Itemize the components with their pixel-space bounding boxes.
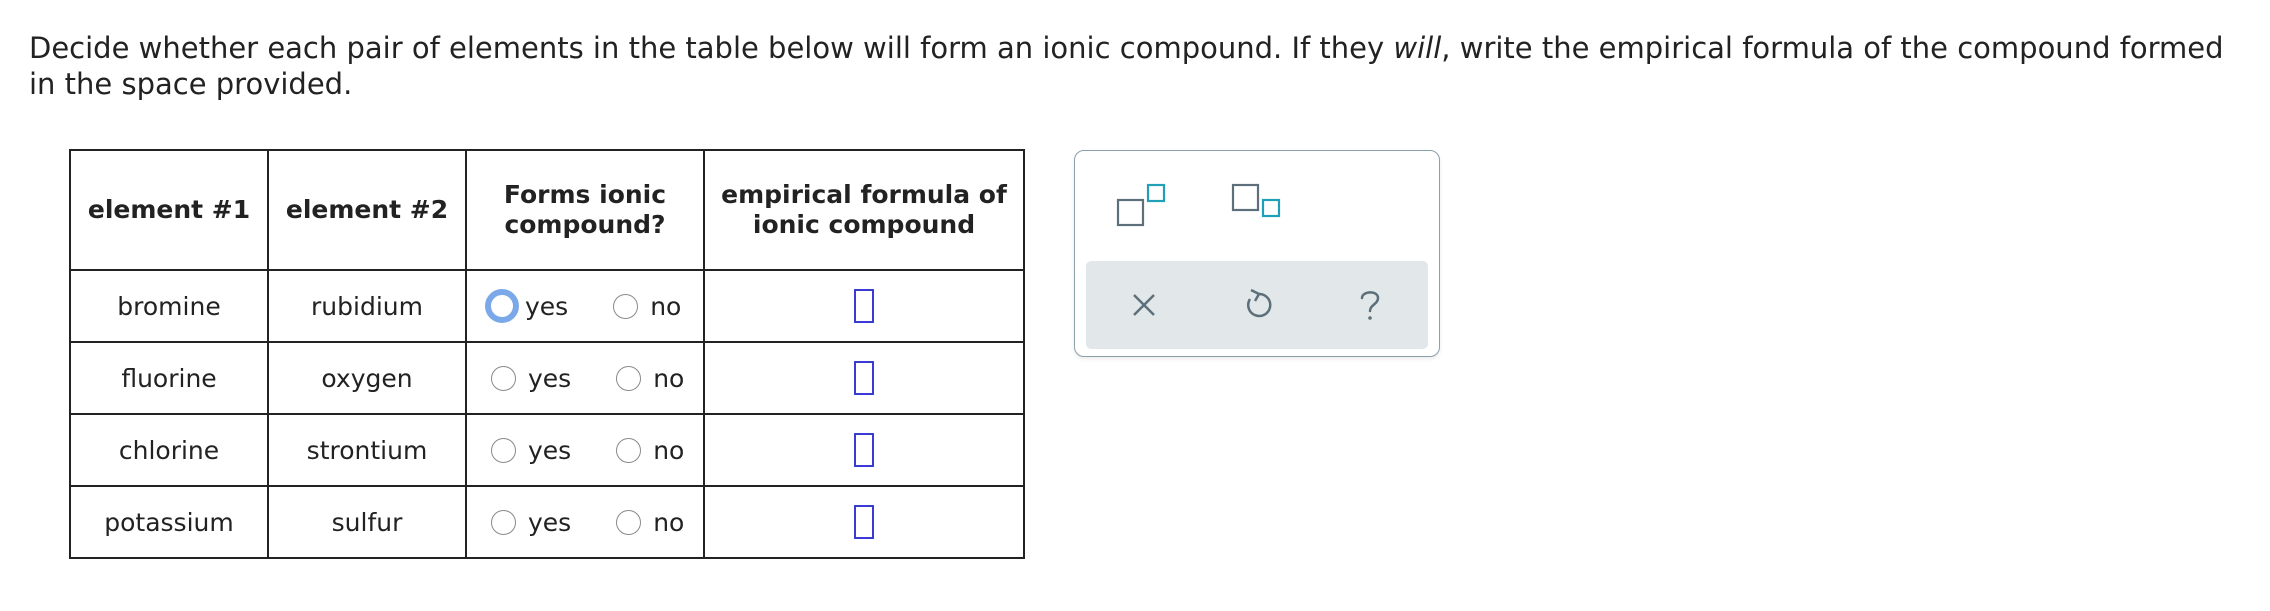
element2-cell: oxygen (267, 341, 467, 415)
undo-icon[interactable] (1231, 279, 1283, 331)
yes-radio[interactable] (491, 509, 516, 535)
no-radio[interactable] (616, 509, 642, 535)
no-radio[interactable] (616, 437, 642, 463)
formula-toolbox (1074, 150, 1440, 357)
header-forms-ionic: Forms ionic compound? (465, 149, 705, 271)
formula-answer-box[interactable] (854, 361, 874, 395)
question-text-part1: Decide whether each pair of elements in … (29, 31, 1394, 65)
formula-cell (703, 413, 1025, 487)
element2-cell: strontium (267, 413, 467, 487)
element2-cell: rubidium (267, 269, 467, 343)
question-emphasis: will (1393, 31, 1442, 65)
forms-ionic-radio-group: yes no (467, 508, 703, 537)
forms-ionic-cell: yes no (465, 413, 705, 487)
table-row: fluorine oxygen yes no (69, 341, 1025, 415)
element2-cell: sulfur (267, 485, 467, 559)
yes-label: yes (525, 291, 569, 321)
yes-radio[interactable] (491, 365, 516, 391)
question-text: Decide whether each pair of elements in … (29, 30, 2254, 102)
help-icon[interactable] (1344, 279, 1396, 331)
table-row: chlorine strontium yes no (69, 413, 1025, 487)
header-forms-ionic-line1: Forms ionic (503, 180, 667, 209)
yes-label: yes (528, 435, 572, 465)
yes-label: yes (528, 363, 572, 393)
no-option[interactable]: no (613, 292, 681, 321)
clear-icon[interactable] (1118, 279, 1170, 331)
header-element2-label: element #2 (285, 195, 449, 224)
no-option[interactable]: no (616, 508, 684, 537)
header-element1-label: element #1 (87, 195, 251, 224)
header-formula-line2: ionic compound (752, 210, 976, 239)
subscript-icon[interactable] (1230, 181, 1286, 241)
formula-cell (703, 341, 1025, 415)
header-element2: element #2 (267, 149, 467, 271)
no-option[interactable]: no (616, 436, 684, 465)
formula-answer-box[interactable] (854, 505, 874, 539)
table-row: potassium sulfur yes no (69, 485, 1025, 559)
header-row: element #1 element #2 Forms ionic compoun… (69, 149, 1025, 271)
yes-option[interactable]: yes (491, 508, 571, 537)
no-radio[interactable] (613, 293, 639, 319)
superscript-icon[interactable] (1115, 181, 1171, 241)
formula-answer-box[interactable] (854, 289, 874, 323)
no-label: no (653, 507, 685, 537)
header-formula: empirical formula of ionic compound (703, 149, 1025, 271)
no-radio[interactable] (616, 365, 642, 391)
forms-ionic-radio-group: yes no (467, 436, 703, 465)
action-bar (1086, 261, 1428, 349)
yes-radio[interactable] (491, 437, 516, 463)
elements-table: element #1 element #2 Forms ionic compoun… (69, 149, 1025, 559)
forms-ionic-radio-group: yes no (467, 289, 703, 323)
no-option[interactable]: no (616, 364, 684, 393)
forms-ionic-cell: yes no (465, 269, 705, 343)
yes-option[interactable]: yes (491, 364, 571, 393)
header-forms-ionic-line2: compound? (504, 210, 666, 239)
forms-ionic-cell: yes no (465, 485, 705, 559)
formula-cell (703, 485, 1025, 559)
forms-ionic-cell: yes no (465, 341, 705, 415)
formula-cell (703, 269, 1025, 343)
no-label: no (653, 435, 685, 465)
table-row: bromine rubidium yes no (69, 269, 1025, 343)
no-label: no (653, 363, 685, 393)
header-element1: element #1 (69, 149, 269, 271)
element1-cell: bromine (69, 269, 269, 343)
element1-cell: chlorine (69, 413, 269, 487)
yes-option[interactable]: yes (491, 436, 571, 465)
yes-radio[interactable] (485, 289, 519, 323)
header-formula-line1: empirical formula of (721, 180, 1007, 209)
no-label: no (650, 291, 682, 321)
element1-cell: potassium (69, 485, 269, 559)
yes-option[interactable]: yes (485, 289, 569, 323)
yes-label: yes (528, 507, 572, 537)
forms-ionic-radio-group: yes no (467, 364, 703, 393)
element1-cell: fluorine (69, 341, 269, 415)
formula-answer-box[interactable] (854, 433, 874, 467)
